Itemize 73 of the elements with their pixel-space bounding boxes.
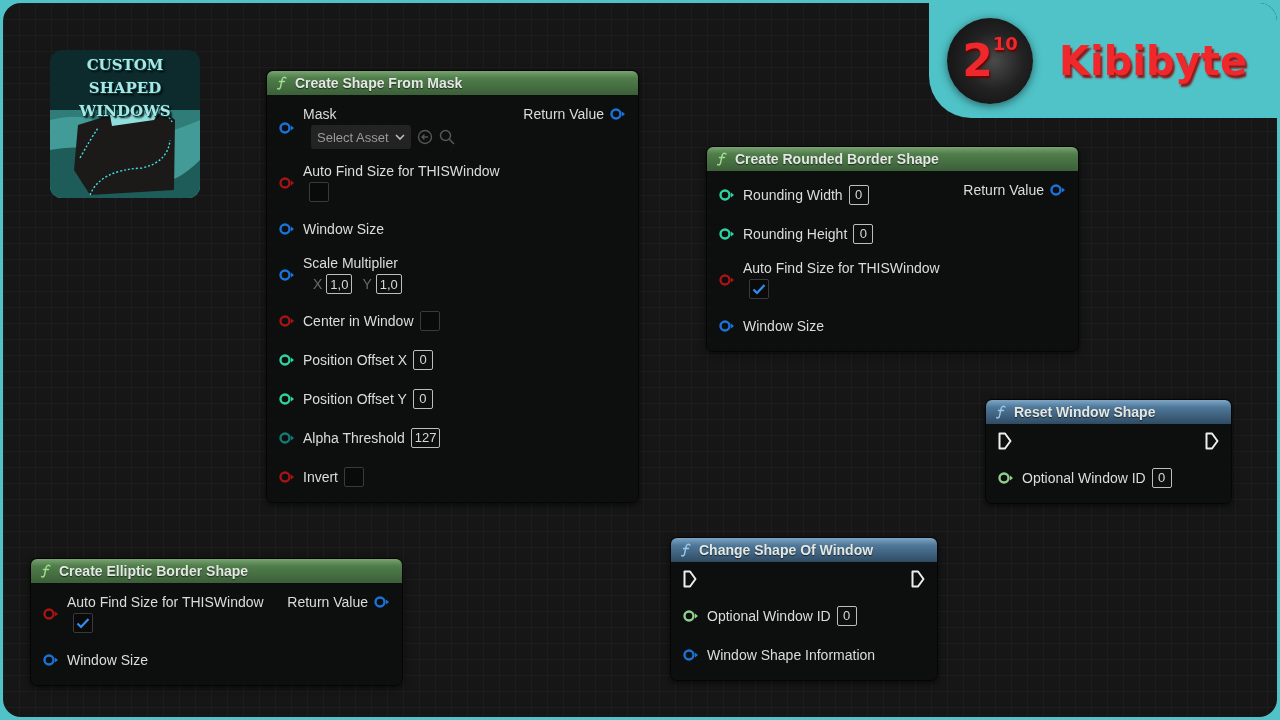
node-title: Reset Window Shape	[1014, 404, 1156, 420]
thumbnail-title: CUSTOM	[85, 55, 165, 76]
pin-icon[interactable]	[719, 227, 735, 240]
number-field[interactable]: 127	[410, 427, 441, 448]
pin-label: Optional Window ID	[707, 607, 831, 624]
pin-label: Auto Find Size for THISWindow	[743, 260, 940, 276]
pin-label: Return Value	[963, 182, 1044, 198]
pin-label: Window Size	[67, 651, 148, 668]
number-field[interactable]: 0	[412, 388, 433, 409]
pin-label: Window Size	[303, 220, 384, 237]
pin-icon[interactable]	[719, 188, 735, 201]
node-title: Create Shape From Mask	[295, 75, 463, 91]
pin-label: Auto Find Size for THISWindow	[303, 163, 500, 179]
pin-label: Return Value	[523, 106, 604, 122]
arrow-circle-icon[interactable]	[416, 129, 433, 145]
pin-icon[interactable]	[279, 392, 295, 405]
pin-label: Mask	[303, 106, 338, 122]
number-field[interactable]: 1,0	[326, 274, 353, 294]
pin-label: Center in Window	[303, 312, 414, 329]
blueprint-node[interactable]: Reset Window Shape Optional Window ID 0	[985, 399, 1232, 504]
blueprint-node[interactable]: Change Shape Of Window Optional Window ID 0 Window Shape Information	[670, 537, 938, 681]
pin-icon[interactable]	[998, 471, 1014, 484]
axis-label: Y	[362, 276, 372, 292]
function-icon	[41, 564, 51, 578]
node-title: Create Rounded Border Shape	[735, 151, 939, 167]
checkbox[interactable]	[344, 466, 364, 487]
number-field[interactable]: 1,0	[375, 274, 402, 294]
pin-label: Return Value	[287, 594, 368, 610]
checkmark-icon	[752, 283, 766, 295]
exec-pin-icon[interactable]	[911, 570, 925, 588]
function-icon	[717, 152, 727, 166]
exec-pin-icon[interactable]	[683, 570, 697, 588]
checkbox[interactable]	[309, 182, 329, 202]
pin-icon[interactable]	[279, 353, 295, 366]
pin-label: Optional Window ID	[1022, 469, 1146, 486]
pin-icon[interactable]	[683, 609, 699, 622]
thumbnail-title: WINDOWS	[78, 101, 172, 122]
brand-name: Kibibyte	[1059, 37, 1247, 84]
pin-label: Window Shape Information	[707, 646, 876, 663]
pin-label: Invert	[303, 468, 338, 485]
pin-label: Alpha Threshold	[303, 429, 405, 446]
thumbnail-title: SHAPED	[87, 78, 163, 99]
pin-label: Position Offset Y	[303, 390, 407, 407]
pin-label: Position Offset X	[303, 351, 407, 368]
logo-text: 2$^{10}$	[962, 38, 1018, 83]
checkbox[interactable]	[73, 613, 93, 633]
search-icon[interactable]	[438, 129, 455, 145]
checkbox[interactable]	[749, 279, 769, 299]
number-field[interactable]: 0	[853, 223, 874, 244]
number-field[interactable]: 0	[848, 184, 869, 205]
blueprint-node[interactable]: Create Elliptic Border Shape Auto Find Size for THISWindow Window Size Return Value	[30, 558, 403, 686]
blueprint-node[interactable]	[266, 70, 639, 503]
exec-pin-icon[interactable]	[998, 432, 1012, 450]
caret-icon	[394, 133, 405, 141]
axis-label: X	[313, 276, 323, 292]
number-field[interactable]: 0	[1151, 467, 1172, 488]
asset-dropdown[interactable]: Select Asset	[311, 125, 411, 149]
number-field[interactable]: 0	[413, 349, 433, 370]
function-icon	[681, 543, 691, 557]
pin-label: Rounding Height	[743, 225, 848, 242]
blueprint-node[interactable]: Create Rounded Border Shape Rounding Width 0 Rounding Height 0 Auto Find Size for THISWindow Window Size Return Value	[706, 146, 1079, 352]
node-title: Create Elliptic Border Shape	[59, 563, 249, 579]
pin-label: Scale Multiplier	[303, 255, 399, 271]
function-icon	[277, 76, 287, 90]
node-title: Change Shape Of Window	[699, 542, 874, 558]
pin-label: Auto Find Size for THISWindow	[67, 594, 264, 610]
number-field[interactable]: 0	[836, 605, 857, 626]
pin-label: Rounding Width	[743, 186, 843, 203]
pin-label: Window Size	[743, 317, 824, 334]
checkmark-icon	[76, 617, 90, 629]
exec-pin-icon[interactable]	[1205, 432, 1219, 450]
checkbox[interactable]	[419, 310, 440, 331]
function-icon	[996, 405, 1006, 419]
